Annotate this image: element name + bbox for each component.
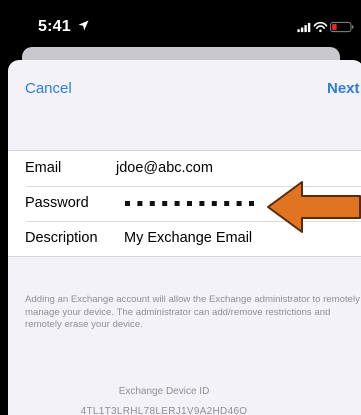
device-id-label: Exchange Device ID <box>118 386 210 397</box>
status-bar: 5:41 <box>0 0 361 52</box>
exchange-disclaimer: Adding an Exchange account will allow th… <box>25 294 360 330</box>
signal-bars-icon <box>297 22 311 33</box>
location-arrow-icon <box>78 20 89 31</box>
password-dot <box>224 201 230 206</box>
battery-low-icon <box>330 21 354 33</box>
device-id-value: 4TL1T3LRHL78LERJ1V9A2HD46O <box>80 406 248 415</box>
password-dot <box>249 201 254 206</box>
next-button[interactable]: Next <box>327 80 360 97</box>
password-field[interactable] <box>123 196 263 210</box>
left-arrow-icon <box>267 181 361 233</box>
password-dot <box>187 201 192 206</box>
password-dot <box>211 201 217 206</box>
description-label: Description <box>25 230 98 246</box>
phone-screen: 5:41 Cancel Next Email jdoe@abc.com Pass… <box>0 0 361 415</box>
cancel-button[interactable]: Cancel <box>25 80 72 97</box>
password-dot <box>199 201 205 206</box>
wifi-icon <box>313 21 328 33</box>
description-field[interactable]: My Exchange Email <box>124 230 252 246</box>
password-dot <box>125 201 130 206</box>
background-sheet <box>22 47 340 61</box>
password-dot <box>174 201 180 206</box>
email-field[interactable]: jdoe@abc.com <box>116 160 213 176</box>
password-dot <box>236 201 242 206</box>
email-label: Email <box>25 160 62 176</box>
status-icons <box>297 21 354 33</box>
password-dot <box>162 201 168 206</box>
password-label: Password <box>25 195 89 211</box>
password-dot <box>137 201 143 206</box>
nav-bar: Cancel Next <box>8 60 361 116</box>
status-time: 5:41 <box>38 18 71 35</box>
password-dot <box>149 201 155 206</box>
